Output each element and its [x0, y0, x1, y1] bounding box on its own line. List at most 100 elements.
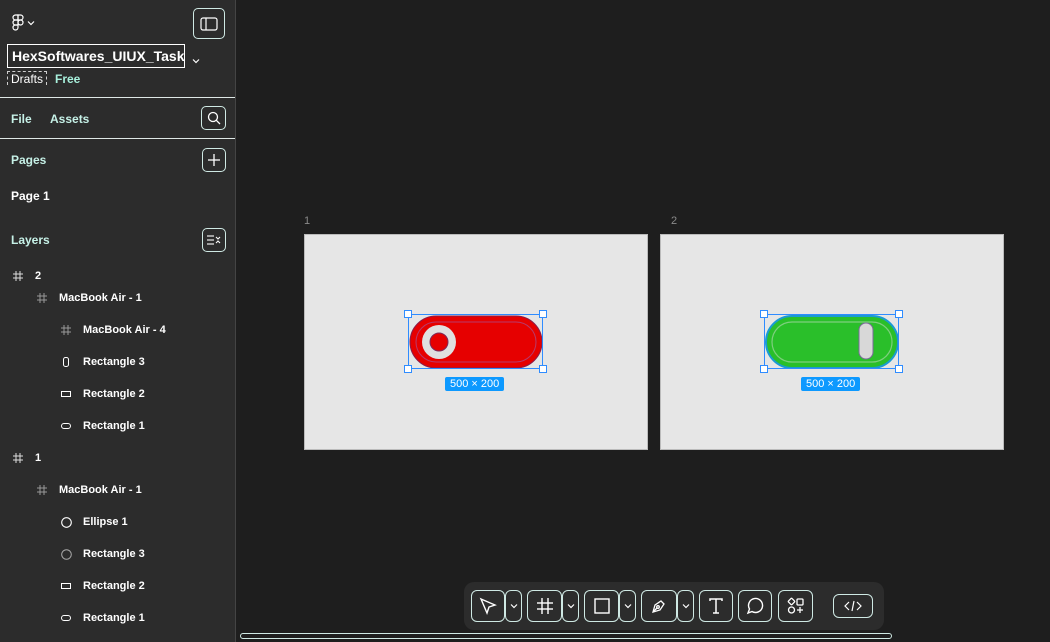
actions-icon	[787, 597, 804, 614]
resize-handle[interactable]	[760, 310, 768, 318]
toggle-sidebar-button[interactable]	[193, 8, 225, 39]
text-tool-button[interactable]	[699, 590, 733, 622]
layers-section-title: Layers	[11, 233, 50, 247]
chevron-down-icon	[27, 20, 35, 25]
chevron-down-icon	[682, 604, 689, 609]
layer-label: Rectangle 2	[83, 580, 145, 592]
plus-icon	[208, 154, 220, 166]
dimensions-badge-1: 500 × 200	[445, 377, 505, 391]
layer-label: MacBook Air - 1	[59, 292, 142, 304]
layer-frame-1[interactable]: 1	[11, 449, 41, 467]
frame-label-1[interactable]: 1	[304, 215, 310, 227]
resize-handle[interactable]	[404, 365, 412, 373]
layer-label: Rectangle 2	[83, 388, 145, 400]
shape-tool-dropdown[interactable]	[619, 590, 636, 622]
sidebar-panel-icon	[200, 16, 218, 31]
move-tool-dropdown[interactable]	[505, 590, 522, 622]
layer-macbook-air-1-b[interactable]: MacBook Air - 1	[35, 481, 142, 499]
page-item-page-1[interactable]: Page 1	[11, 189, 50, 203]
pen-tool-button[interactable]	[641, 590, 677, 622]
layer-rectangle-1[interactable]: Rectangle 1	[59, 417, 145, 435]
layer-rectangle-3[interactable]: Rectangle 3	[59, 353, 145, 371]
layer-ellipse-1[interactable]: Ellipse 1	[59, 513, 128, 531]
frame-icon	[11, 271, 25, 281]
resize-handle[interactable]	[539, 365, 547, 373]
bottom-toolbar	[464, 582, 884, 630]
chevron-down-icon	[624, 604, 631, 609]
frame-icon	[59, 325, 73, 335]
rectangle-tool-icon	[593, 598, 610, 614]
rounded-rect-icon	[59, 423, 73, 429]
dev-mode-icon	[844, 600, 862, 612]
search-layers-button[interactable]	[201, 106, 226, 130]
horizontal-rect-icon	[59, 391, 73, 397]
vertical-rect-icon	[59, 357, 73, 367]
list-collapse-icon	[207, 235, 221, 245]
layer-rectangle-2[interactable]: Rectangle 2	[59, 385, 145, 403]
ellipse-icon	[59, 516, 73, 528]
frame-tool-icon	[536, 598, 553, 614]
frame-tool-dropdown[interactable]	[562, 590, 579, 622]
plan-badge[interactable]: Free	[55, 72, 80, 86]
layer-rectangle-3-b[interactable]: Rectangle 3	[59, 545, 145, 563]
tab-assets[interactable]: Assets	[50, 112, 89, 126]
dev-mode-toggle[interactable]	[833, 594, 873, 618]
frame-label-2[interactable]: 2	[671, 215, 677, 227]
resize-handle[interactable]	[539, 310, 547, 318]
frame-icon	[35, 485, 49, 495]
layer-label: Rectangle 1	[83, 420, 145, 432]
layer-label: 2	[35, 270, 42, 282]
tab-file[interactable]: File	[11, 112, 32, 126]
resize-handle[interactable]	[760, 365, 768, 373]
pen-tool-icon	[652, 600, 665, 613]
sidebar-tabs: File Assets	[0, 98, 235, 139]
frame-icon	[35, 293, 49, 303]
layer-label: MacBook Air - 4	[83, 324, 166, 336]
chevron-down-icon	[510, 604, 517, 609]
actions-button[interactable]	[778, 590, 813, 622]
selection-box-1[interactable]	[408, 314, 543, 369]
resize-handle[interactable]	[895, 365, 903, 373]
left-sidebar: HexSoftwares_UIUX_Task2 Drafts Free File…	[0, 0, 236, 642]
rounded-rect-icon	[59, 615, 73, 621]
rectangle-tool-button[interactable]	[584, 590, 619, 622]
chevron-down-icon	[567, 604, 574, 609]
layer-label: Rectangle 3	[83, 548, 145, 560]
dimensions-badge-2: 500 × 200	[801, 377, 861, 391]
layer-label: MacBook Air - 1	[59, 484, 142, 496]
layer-label: Rectangle 1	[83, 612, 145, 624]
horizontal-rect-icon	[59, 583, 73, 589]
drafts-location-link[interactable]: Drafts	[7, 71, 48, 86]
resize-handle[interactable]	[895, 310, 903, 318]
move-tool-icon	[479, 597, 497, 615]
text-tool-icon	[709, 598, 723, 614]
collapse-layers-button[interactable]	[202, 228, 226, 252]
layer-macbook-air-4[interactable]: MacBook Air - 4	[59, 321, 166, 339]
selection-box-2[interactable]	[764, 314, 899, 369]
resize-handle[interactable]	[404, 310, 412, 318]
frame-icon	[11, 453, 25, 463]
layer-label: Ellipse 1	[83, 516, 128, 528]
layer-rectangle-1-b[interactable]: Rectangle 1	[59, 609, 145, 627]
ellipse-icon	[59, 548, 73, 560]
add-page-button[interactable]	[202, 148, 226, 172]
horizontal-scrollbar[interactable]	[240, 633, 892, 639]
figma-logo-icon	[12, 14, 24, 31]
layer-label: 1	[35, 452, 42, 464]
chevron-down-icon	[192, 59, 200, 64]
file-menu-chevron[interactable]	[192, 51, 200, 69]
file-name-field[interactable]: HexSoftwares_UIUX_Task2	[7, 44, 185, 68]
move-tool-button[interactable]	[471, 590, 505, 622]
pen-tool-dropdown[interactable]	[677, 590, 694, 622]
search-icon	[207, 111, 220, 125]
main-menu-button[interactable]	[12, 14, 35, 31]
file-header: HexSoftwares_UIUX_Task2 Drafts Free	[0, 0, 235, 98]
layer-label: Rectangle 3	[83, 356, 145, 368]
layer-rectangle-2-b[interactable]: Rectangle 2	[59, 577, 145, 595]
frame-tool-button[interactable]	[527, 590, 562, 622]
pages-section-title: Pages	[11, 153, 47, 167]
comment-tool-button[interactable]	[738, 590, 772, 622]
comment-tool-icon	[746, 597, 764, 615]
layer-frame-2[interactable]: 2	[11, 267, 41, 285]
layer-macbook-air-1[interactable]: MacBook Air - 1	[35, 289, 142, 307]
